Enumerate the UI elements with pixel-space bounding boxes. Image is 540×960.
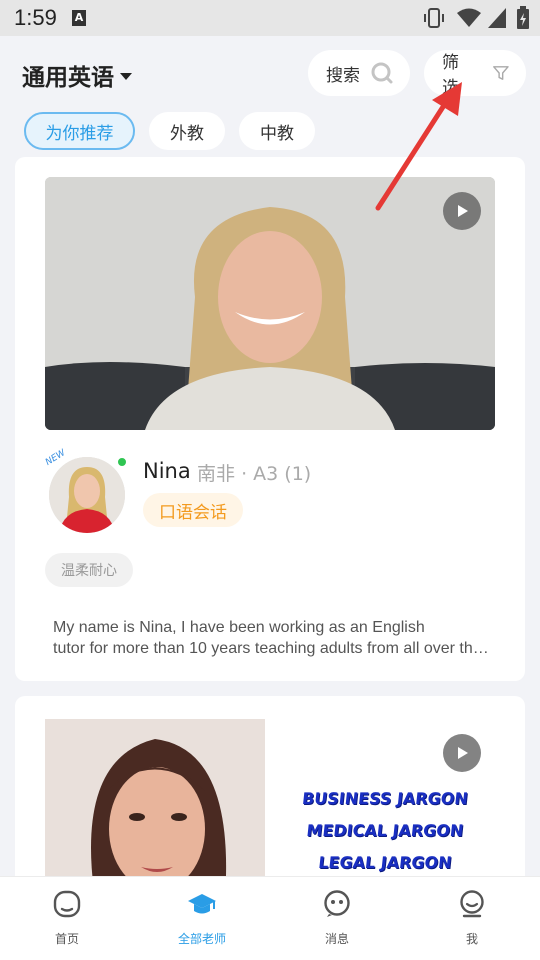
video-text-line: MEDICAL JARGON bbox=[305, 821, 465, 840]
teacher-video-thumbnail[interactable]: BUSINESS JARGON MEDICAL JARGON LEGAL JAR… bbox=[45, 719, 495, 896]
teacher-meta: 南非 · A3 (1) bbox=[197, 463, 312, 485]
nav-all-teachers[interactable]: 全部老师 bbox=[162, 889, 242, 947]
avatar-image bbox=[49, 457, 125, 533]
graduation-cap-icon bbox=[188, 894, 216, 914]
play-icon bbox=[458, 747, 468, 759]
notification-icon: A bbox=[72, 10, 86, 26]
trait-tag: 温柔耐心 bbox=[45, 553, 133, 587]
home-face-icon bbox=[53, 890, 81, 918]
caret-down-icon bbox=[120, 72, 132, 80]
teacher-description: My name is Nina, I have been working as … bbox=[53, 617, 493, 659]
teacher-card[interactable]: NEW Nina 南非 · A3 (1) 口语会话 温柔耐心 My name i… bbox=[15, 157, 525, 681]
signal-icon bbox=[488, 8, 506, 28]
annotation-arrow-icon bbox=[375, 82, 462, 211]
nav-messages-label: 消息 bbox=[324, 932, 349, 946]
teacher-card[interactable]: BUSINESS JARGON MEDICAL JARGON LEGAL JAR… bbox=[15, 696, 525, 896]
category-label: 通用英语 bbox=[22, 65, 114, 91]
tab-chinese-teachers[interactable]: 中教 bbox=[239, 112, 315, 150]
bottom-navigation: 首页 全部老师 消息 我 bbox=[0, 876, 540, 960]
tab-foreign-teachers[interactable]: 外教 bbox=[149, 112, 225, 150]
tab-recommended[interactable]: 为你推荐 bbox=[24, 112, 135, 150]
vibrate-icon bbox=[424, 8, 444, 28]
nav-me-label: 我 bbox=[465, 932, 478, 946]
teacher-reviews: (1) bbox=[284, 463, 312, 485]
category-selector[interactable]: 通用英语 bbox=[22, 58, 132, 92]
teacher-country: 南非 bbox=[197, 463, 236, 485]
teacher-video-image bbox=[45, 719, 265, 896]
online-status-dot bbox=[117, 457, 127, 467]
nav-home[interactable]: 首页 bbox=[27, 889, 107, 947]
nav-me[interactable]: 我 bbox=[432, 889, 512, 947]
teacher-info: NEW Nina 南非 · A3 (1) 口语会话 bbox=[44, 448, 495, 541]
teacher-avatar[interactable] bbox=[49, 457, 125, 533]
wifi-icon bbox=[457, 8, 481, 27]
teacher-level: A3 bbox=[253, 463, 279, 485]
play-button[interactable] bbox=[443, 734, 481, 772]
nav-all-teachers-label: 全部老师 bbox=[177, 932, 226, 946]
teacher-name: Nina bbox=[143, 459, 191, 483]
status-icons bbox=[422, 6, 532, 30]
video-text-line: BUSINESS JARGON bbox=[301, 789, 469, 808]
description-line-2: tutor for more than 10 years teaching ad… bbox=[53, 640, 493, 657]
message-face-icon bbox=[324, 890, 350, 917]
search-label: 搜索 bbox=[326, 65, 360, 86]
description-line-1: My name is Nina, I have been working as … bbox=[53, 619, 425, 636]
video-text-line: LEGAL JARGON bbox=[317, 853, 453, 872]
filter-icon bbox=[493, 66, 509, 80]
skill-tag: 口语会话 bbox=[143, 493, 243, 527]
tab-bar: 为你推荐 外教 中教 bbox=[24, 112, 315, 150]
teacher-photo bbox=[45, 719, 265, 896]
nav-home-label: 首页 bbox=[54, 932, 79, 946]
status-bar: 1:59 A bbox=[0, 0, 540, 36]
battery-icon bbox=[517, 6, 529, 29]
status-time: 1:59 bbox=[14, 5, 57, 30]
nav-messages[interactable]: 消息 bbox=[297, 889, 377, 947]
profile-face-icon bbox=[460, 890, 484, 918]
